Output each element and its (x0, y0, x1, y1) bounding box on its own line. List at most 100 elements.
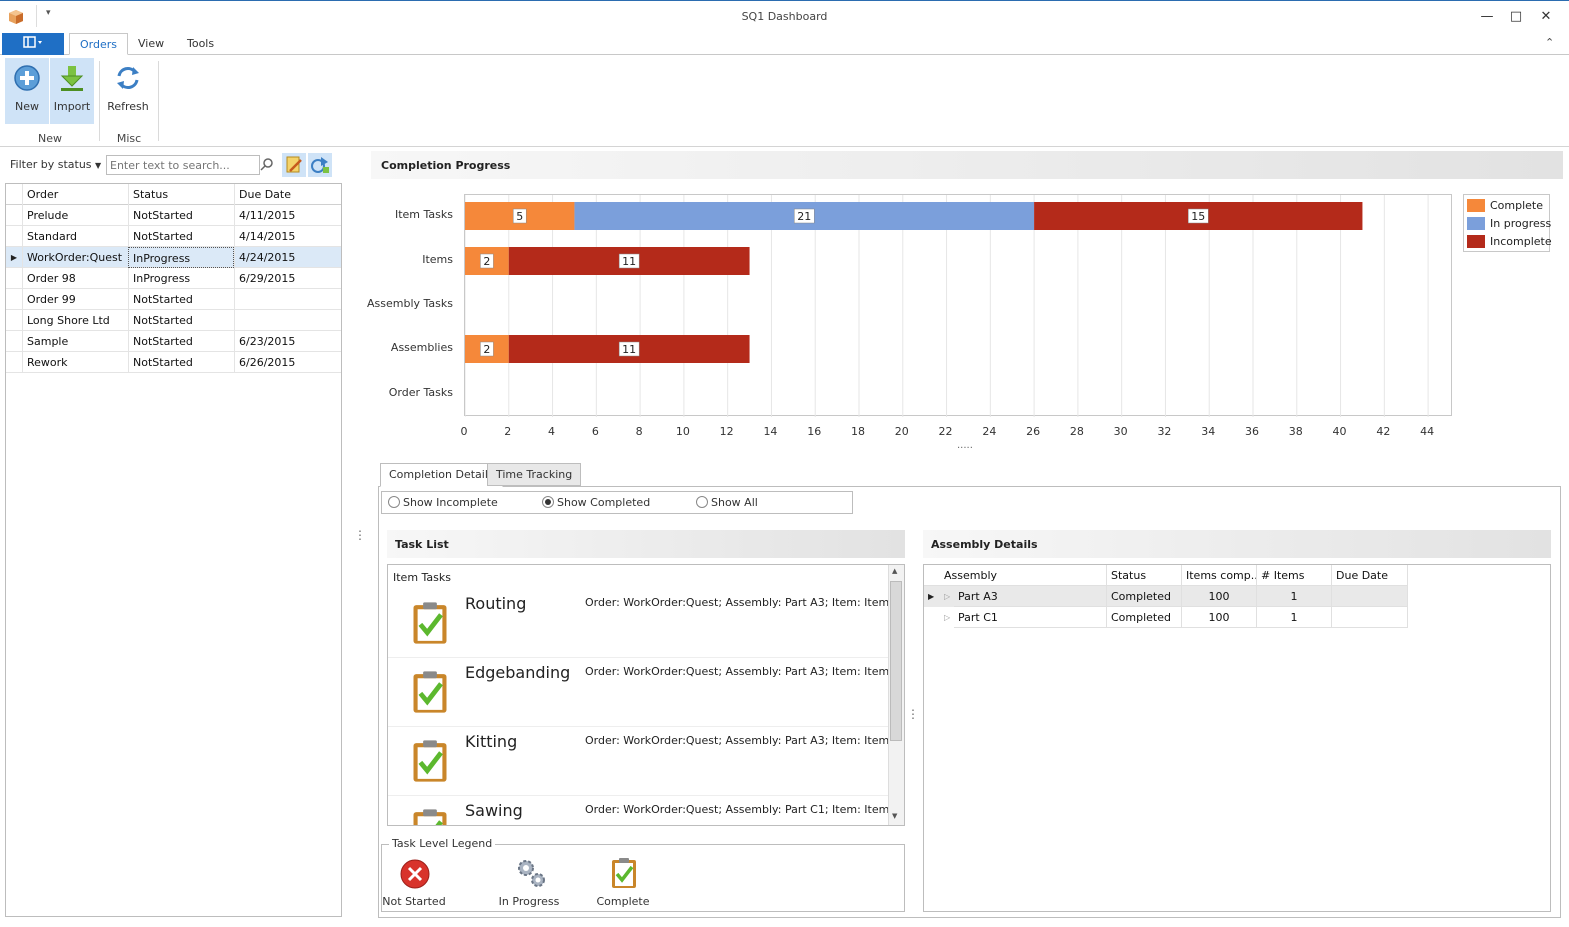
tab-tools[interactable]: Tools (177, 33, 224, 55)
close-button[interactable]: ✕ (1538, 9, 1554, 25)
group-separator (158, 61, 159, 141)
order-cell[interactable]: Sample (22, 331, 128, 352)
status-cell[interactable]: NotStarted (128, 226, 234, 247)
task-item[interactable]: Routing Order: WorkOrder:Quest; Assembly:… (388, 589, 897, 658)
task-item[interactable]: Edgebanding Order: WorkOrder:Quest; Assem… (388, 658, 897, 727)
order-cell[interactable]: Prelude (22, 205, 128, 226)
order-cell[interactable]: Standard (22, 226, 128, 247)
table-row[interactable]: Long Shore Ltd NotStarted (6, 310, 341, 331)
radio-label: Show Incomplete (403, 496, 498, 509)
due-date-cell[interactable]: 4/11/2015 (234, 205, 341, 226)
due-date-cell[interactable]: 6/26/2015 (234, 352, 341, 373)
search-field[interactable] (106, 155, 260, 175)
edit-order-button[interactable] (282, 153, 306, 177)
chart-splitter-handle[interactable]: ····· (957, 443, 973, 454)
row-indicator-icon (6, 310, 22, 331)
order-cell[interactable]: Long Shore Ltd (22, 310, 128, 331)
table-row[interactable]: Sample NotStarted 6/23/2015 (6, 331, 341, 352)
app-menu-button[interactable] (2, 33, 64, 55)
items-cell[interactable]: 1 (1257, 586, 1332, 607)
column-header-status[interactable]: Status (1107, 565, 1182, 586)
status-cell[interactable]: NotStarted (128, 310, 234, 331)
table-row[interactable]: ▶ ▷ Part A3 Completed 100 1 (924, 586, 1408, 607)
minimize-button[interactable]: — (1479, 9, 1495, 25)
status-cell[interactable]: NotStarted (128, 352, 234, 373)
items-cell[interactable]: 1 (1257, 607, 1332, 628)
task-list-scrollbar[interactable]: ▲ ▼ (888, 565, 904, 825)
export-order-button[interactable] (308, 153, 332, 177)
details-splitter[interactable]: ⋮ (907, 707, 919, 721)
category-label: Assemblies (390, 341, 453, 354)
panel-splitter[interactable]: ⋮ (354, 528, 366, 542)
order-cell[interactable]: WorkOrder:Quest (22, 247, 128, 268)
column-header-status[interactable]: Status (128, 184, 234, 205)
task-item[interactable]: Kitting Order: WorkOrder:Quest; Assembly:… (388, 727, 897, 796)
x-tick-label: 18 (851, 425, 865, 438)
tab-completion-details[interactable]: Completion Details (380, 463, 503, 487)
order-cell[interactable]: Order 98 (22, 268, 128, 289)
column-header-items-completed[interactable]: Items comp... (1182, 565, 1257, 586)
tab-view[interactable]: View (128, 33, 174, 55)
order-cell[interactable]: Order 99 (22, 289, 128, 310)
items-comp-cell[interactable]: 100 (1182, 586, 1257, 607)
table-row[interactable]: Rework NotStarted 6/26/2015 (6, 352, 341, 373)
assembly-cell[interactable]: Part C1 (954, 607, 1107, 628)
task-list-title: Task List (395, 538, 449, 551)
due-date-cell[interactable]: 4/24/2015 (234, 247, 341, 268)
expand-row-icon[interactable]: ▷ (944, 586, 950, 607)
assembly-cell[interactable]: Part A3 (954, 586, 1107, 607)
due-date-cell[interactable]: 6/23/2015 (234, 331, 341, 352)
status-cell[interactable]: NotStarted (128, 289, 234, 310)
chart-svg: 5 21 15 2 11 2 11 (464, 195, 1429, 417)
scroll-down-icon[interactable]: ▼ (892, 812, 897, 820)
items-comp-cell[interactable]: 100 (1182, 607, 1257, 628)
scrollbar-thumb[interactable] (890, 581, 902, 741)
table-row[interactable]: Order 98 InProgress 6/29/2015 (6, 268, 341, 289)
row-indicator-icon: ▶ (928, 592, 935, 601)
due-date-cell[interactable] (234, 289, 341, 310)
new-button[interactable]: New (5, 58, 49, 124)
row-indicator-icon (6, 289, 22, 310)
tab-time-tracking[interactable]: Time Tracking (487, 463, 582, 486)
table-row[interactable]: Order 99 NotStarted (6, 289, 341, 310)
table-row[interactable]: ▶ WorkOrder:Quest InProgress 4/24/2015 (6, 247, 341, 268)
column-header-due-date[interactable]: Due Date (1332, 565, 1408, 586)
row-indicator-icon (6, 352, 22, 373)
due-date-cell[interactable]: 6/29/2015 (234, 268, 341, 289)
status-cell[interactable]: InProgress (128, 268, 234, 289)
order-cell[interactable]: Rework (22, 352, 128, 373)
status-cell[interactable]: Completed (1107, 607, 1182, 628)
filter-by-status-dropdown[interactable]: Filter by status ▼ (10, 158, 101, 171)
table-row[interactable]: ▷ Part C1 Completed 100 1 (924, 607, 1408, 628)
radio-show-all[interactable]: Show All (696, 496, 758, 510)
tab-orders[interactable]: Orders (69, 33, 128, 55)
search-input[interactable] (107, 156, 239, 174)
scroll-up-icon[interactable]: ▲ (892, 567, 897, 575)
column-header-item-count[interactable]: # Items (1257, 565, 1332, 586)
collapse-ribbon-icon[interactable]: ⌃ (1545, 36, 1554, 49)
task-item[interactable]: Sawing Order: WorkOrder:Quest; Assembly: … (388, 796, 897, 825)
radio-show-completed[interactable]: Show Completed (542, 496, 650, 510)
refresh-button[interactable]: Refresh (106, 58, 150, 124)
column-header-assembly[interactable]: Assembly (924, 565, 1107, 586)
status-cell[interactable]: InProgress (128, 247, 234, 268)
status-cell[interactable]: NotStarted (128, 331, 234, 352)
due-date-cell[interactable]: 4/14/2015 (234, 226, 341, 247)
search-icon[interactable] (260, 157, 274, 171)
radio-show-incomplete[interactable]: Show Incomplete (388, 496, 498, 510)
due-cell[interactable] (1332, 607, 1408, 628)
due-date-cell[interactable] (234, 310, 341, 331)
status-cell[interactable]: Completed (1107, 586, 1182, 607)
ribbon: New Import Refresh New Misc (0, 55, 1569, 147)
due-cell[interactable] (1332, 586, 1408, 607)
column-header-order[interactable]: Order (22, 184, 128, 205)
table-row[interactable]: Prelude NotStarted 4/11/2015 (6, 205, 341, 226)
expand-row-icon[interactable]: ▷ (944, 607, 950, 628)
column-header-due-date[interactable]: Due Date (234, 184, 341, 205)
table-row[interactable]: Standard NotStarted 4/14/2015 (6, 226, 341, 247)
maximize-button[interactable]: □ (1508, 9, 1524, 25)
x-tick-label: 34 (1201, 425, 1216, 438)
status-cell[interactable]: NotStarted (128, 205, 234, 226)
radio-dot (388, 496, 400, 508)
import-button[interactable]: Import (50, 58, 94, 124)
